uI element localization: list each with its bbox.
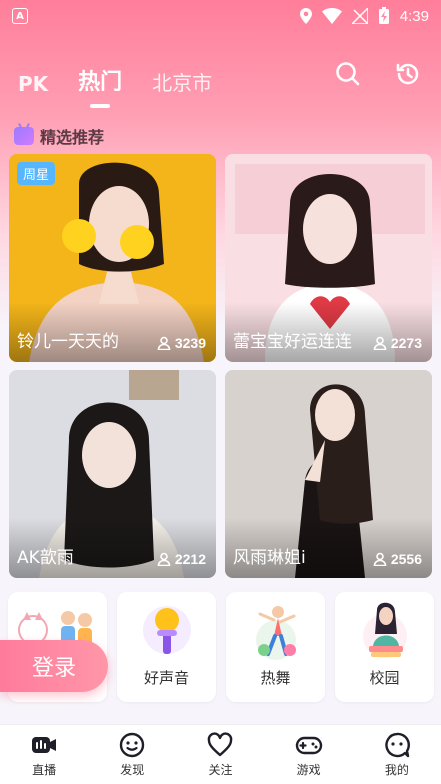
viewer-count-value: 2212 (174, 551, 206, 567)
nav-profile[interactable]: 我的 (362, 731, 432, 778)
nav-label: 发现 (120, 763, 145, 777)
nav-live[interactable]: 直播 (9, 731, 79, 778)
search-icon[interactable] (334, 60, 362, 88)
streamer-name: 风雨琳姐i (233, 548, 306, 568)
top-tabs: PK 热门 北京市 (18, 56, 212, 108)
stream-card[interactable]: 周星 铃儿一天天的 3239 (9, 154, 216, 362)
weekly-star-badge: 周星 (17, 162, 56, 185)
user-icon (157, 336, 171, 350)
bottom-navigation: 直播 发现 关注 游戏 我的 (0, 724, 441, 784)
streamer-name: 铃儿一天天的 (17, 332, 119, 352)
category-dance[interactable]: 热舞 (226, 592, 325, 702)
no-signal-icon (351, 8, 368, 24)
tab-city[interactable]: 北京市 (152, 67, 212, 96)
viewer-count-value: 3239 (174, 335, 206, 351)
live-camera-icon (32, 737, 57, 753)
section-header: 精选推荐 (14, 124, 104, 148)
user-icon (157, 552, 171, 566)
nav-label: 关注 (208, 763, 233, 777)
clock: 4:39 (399, 7, 429, 25)
user-icon (373, 336, 387, 350)
nav-label: 直播 (32, 763, 57, 777)
nav-follow[interactable]: 关注 (185, 731, 255, 778)
battery-charging-icon (378, 7, 389, 24)
discover-face-icon (120, 732, 145, 758)
nav-discover[interactable]: 发现 (97, 731, 167, 778)
user-icon (373, 552, 387, 566)
nav-games[interactable]: 游戏 (274, 731, 344, 778)
status-bar: A 4:39 (0, 0, 441, 32)
category-label: 热舞 (260, 669, 291, 687)
app-notification-icon: A (12, 8, 28, 24)
streamer-name: AK歆雨 (17, 548, 74, 568)
login-button[interactable]: 登录 (0, 640, 108, 692)
viewer-count-value: 2273 (390, 335, 422, 351)
tv-icon (14, 127, 34, 145)
history-icon[interactable] (394, 60, 422, 88)
stream-card[interactable]: 蕾宝宝好运连连 2273 (225, 154, 432, 362)
section-title: 精选推荐 (40, 128, 105, 147)
category-campus[interactable]: 校园 (335, 592, 434, 702)
microphone-icon (142, 606, 191, 654)
viewer-count: 2273 (373, 335, 422, 351)
viewer-count: 2556 (373, 551, 422, 567)
student-icon (362, 602, 407, 658)
wifi-icon (321, 8, 342, 24)
category-good-voice[interactable]: 好声音 (117, 592, 216, 702)
profile-bubble-icon (385, 732, 410, 758)
heart-icon (208, 732, 233, 757)
streamer-name: 蕾宝宝好运连连 (233, 332, 352, 352)
viewer-count-value: 2556 (390, 551, 422, 567)
dancer-icon (255, 606, 296, 660)
category-label: 好声音 (143, 669, 189, 687)
category-label: 校园 (369, 669, 400, 687)
viewer-count: 2212 (157, 551, 206, 567)
nav-label: 游戏 (296, 763, 321, 777)
viewer-count: 3239 (157, 335, 206, 351)
stream-card[interactable]: AK歆雨 2212 (9, 370, 216, 578)
tab-hot[interactable]: 热门 (78, 64, 122, 108)
gamepad-icon (295, 736, 322, 755)
location-icon (299, 8, 312, 24)
nav-label: 我的 (384, 763, 409, 777)
tab-pk[interactable]: PK (18, 72, 48, 96)
stream-card[interactable]: 风雨琳姐i 2556 (225, 370, 432, 578)
